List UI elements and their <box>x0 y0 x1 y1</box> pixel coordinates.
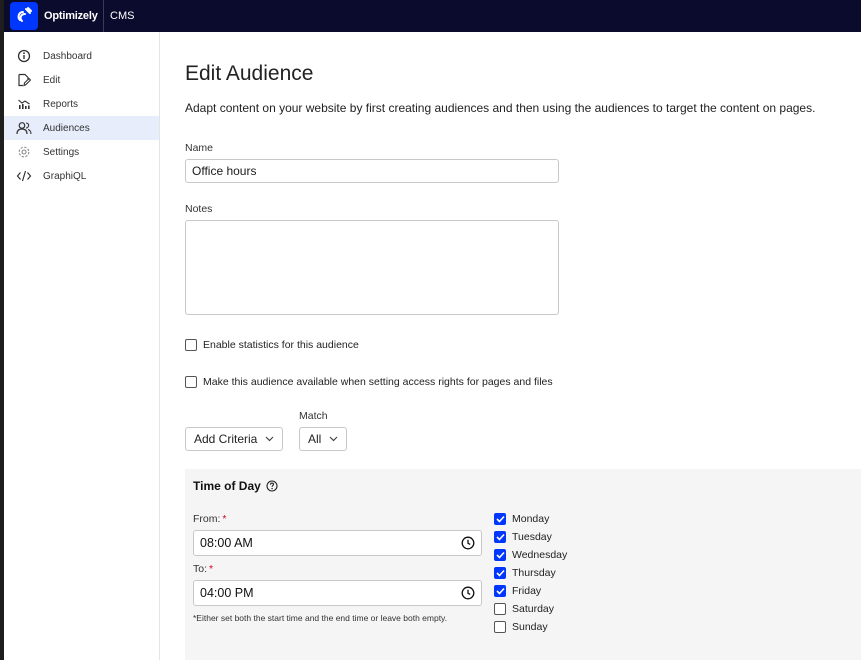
sidebar-item-label: Audiences <box>43 122 90 134</box>
access-rights-checkbox[interactable] <box>185 376 197 388</box>
name-input[interactable]: Office hours <box>185 159 559 183</box>
day-option-wednesday[interactable]: Wednesday <box>494 549 567 561</box>
day-option-sunday[interactable]: Sunday <box>494 621 548 633</box>
day-label: Sunday <box>512 621 548 633</box>
sidebar-item-reports[interactable]: Reports <box>4 92 159 116</box>
day-option-friday[interactable]: Friday <box>494 585 541 597</box>
clock-icon[interactable] <box>461 536 475 550</box>
checkmark-icon <box>495 533 505 541</box>
sidebar-item-graphiql[interactable]: GraphiQL <box>4 164 159 188</box>
time-hint: *Either set both the start time and the … <box>193 613 448 623</box>
clock-icon[interactable] <box>461 586 475 600</box>
bar-chart-icon <box>16 96 32 112</box>
day-label: Saturday <box>512 603 555 615</box>
day-label: Wednesday <box>512 549 568 561</box>
chevron-down-icon <box>265 436 274 442</box>
optimizely-logo-icon <box>10 2 38 30</box>
sidebar-item-label: Dashboard <box>43 50 92 62</box>
enable-statistics-checkbox[interactable] <box>185 339 197 351</box>
day-option-tuesday[interactable]: Tuesday <box>494 531 552 543</box>
access-rights-option[interactable]: Make this audience available when settin… <box>185 376 553 388</box>
notes-label: Notes <box>185 203 213 215</box>
day-option-monday[interactable]: Monday <box>494 513 549 525</box>
to-label-text: To: <box>193 563 208 575</box>
edit-document-icon <box>16 72 32 88</box>
day-option-saturday[interactable]: Saturday <box>494 603 554 615</box>
chevron-down-icon <box>329 436 338 442</box>
top-bar: Optimizely CMS <box>4 0 861 32</box>
day-label: Friday <box>512 585 542 597</box>
product-name: CMS <box>110 10 135 22</box>
day-checkbox[interactable] <box>494 603 506 615</box>
day-label: Tuesday <box>512 531 552 543</box>
name-label: Name <box>185 142 214 154</box>
app-window: Optimizely CMS Dashboard Edit Reports Au… <box>0 0 861 660</box>
day-checkbox[interactable] <box>494 531 506 543</box>
checkmark-icon <box>495 569 505 577</box>
help-icon[interactable] <box>266 480 278 492</box>
sidebar-item-label: GraphiQL <box>43 170 87 182</box>
gear-icon <box>16 144 32 160</box>
sidebar-item-label: Settings <box>43 146 80 158</box>
add-criteria-label: Add Criteria <box>194 432 258 446</box>
sidebar-item-dashboard[interactable]: Dashboard <box>4 44 159 68</box>
match-value: All <box>308 432 322 446</box>
match-select[interactable]: All <box>299 427 348 451</box>
to-time-input[interactable]: 04:00 PM <box>193 580 482 606</box>
sidebar-item-audiences[interactable]: Audiences <box>4 116 159 140</box>
checkmark-icon <box>495 587 505 595</box>
day-checkbox[interactable] <box>494 567 506 579</box>
time-of-day-criteria: Time of Day From: * 08:00 AM To: * 04:00 P… <box>185 469 861 660</box>
checkmark-icon <box>495 515 505 523</box>
code-icon <box>16 168 32 184</box>
page-title: Edit Audience <box>185 62 314 85</box>
users-icon <box>16 120 32 136</box>
day-checkbox[interactable] <box>494 621 506 633</box>
access-rights-label: Make this audience available when settin… <box>203 376 553 388</box>
to-time-value: 04:00 PM <box>200 586 254 600</box>
day-checkbox[interactable] <box>494 513 506 525</box>
sidebar-item-edit[interactable]: Edit <box>4 68 159 92</box>
day-label: Thursday <box>512 567 556 579</box>
enable-statistics-option[interactable]: Enable statistics for this audience <box>185 339 359 351</box>
sidebar: Dashboard Edit Reports Audiences Setting… <box>4 32 160 660</box>
page-description: Adapt content on your website by first c… <box>185 101 816 115</box>
sidebar-item-label: Reports <box>43 98 79 110</box>
required-mark: * <box>222 513 227 525</box>
add-criteria-dropdown[interactable]: Add Criteria <box>185 427 284 451</box>
day-checkbox[interactable] <box>494 549 506 561</box>
criteria-title-text: Time of Day <box>193 479 261 493</box>
required-mark: * <box>209 563 214 575</box>
to-label: To: * <box>193 563 213 575</box>
from-label-text: From: <box>193 513 221 525</box>
day-option-thursday[interactable]: Thursday <box>494 567 556 579</box>
brand-name: Optimizely <box>44 10 98 22</box>
brand-logo[interactable]: Optimizely <box>4 0 104 32</box>
sidebar-item-label: Edit <box>43 74 61 86</box>
from-time-input[interactable]: 08:00 AM <box>193 530 482 556</box>
enable-statistics-label: Enable statistics for this audience <box>203 339 359 351</box>
from-label: From: * <box>193 513 227 525</box>
day-label: Monday <box>512 513 550 525</box>
notes-textarea[interactable] <box>185 220 559 315</box>
criteria-title: Time of Day <box>193 479 278 493</box>
checkmark-icon <box>495 551 505 559</box>
info-circle-icon <box>16 48 32 64</box>
day-checkbox[interactable] <box>494 585 506 597</box>
from-time-value: 08:00 AM <box>200 536 253 550</box>
match-label: Match <box>299 410 328 422</box>
sidebar-item-settings[interactable]: Settings <box>4 140 159 164</box>
